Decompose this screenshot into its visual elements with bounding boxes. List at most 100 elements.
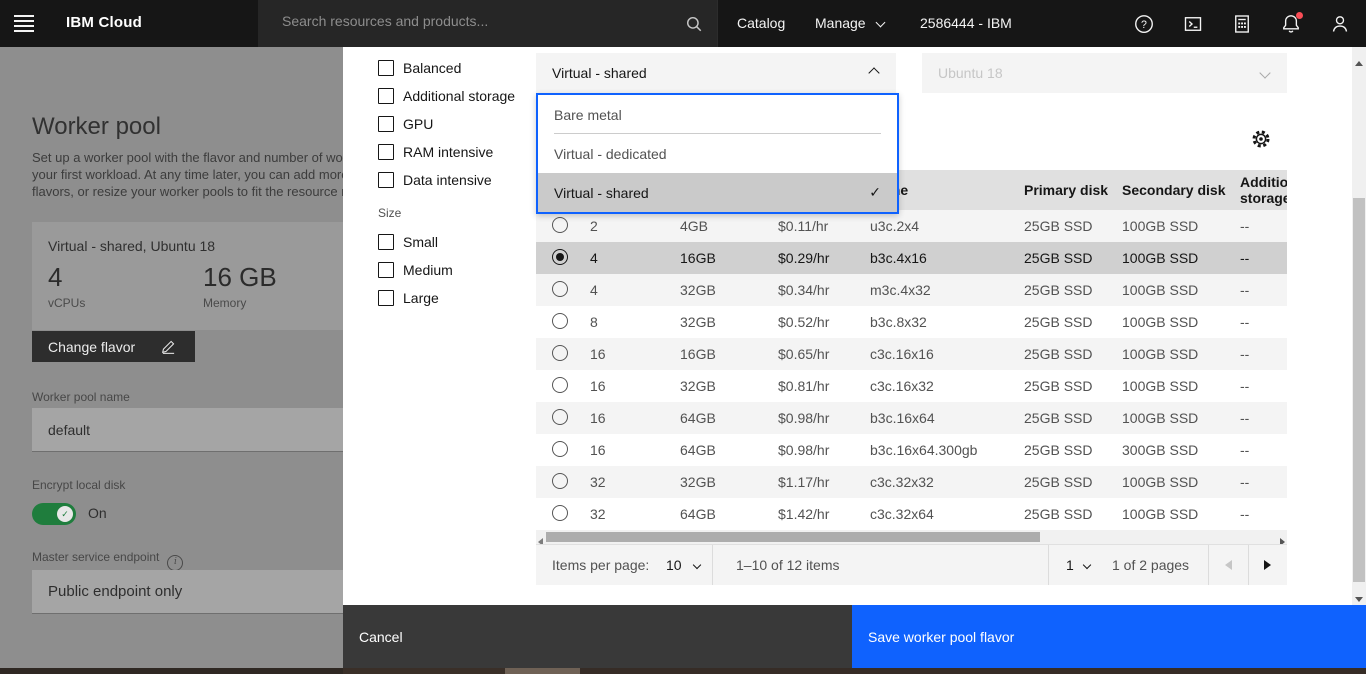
hamburger-menu-icon[interactable] [14,15,34,31]
menu-option-virtual-dedicated[interactable]: Virtual - dedicated [538,134,897,173]
os-version-dropdown[interactable]: Ubuntu 18 [922,53,1287,93]
page-title: Worker pool [32,113,161,141]
radio-button[interactable] [552,217,568,233]
checkbox-icon[interactable] [378,234,394,250]
filter-checkbox-balanced[interactable]: Balanced [378,54,533,82]
items-per-page-select[interactable]: 10 [666,545,700,585]
change-flavor-dialog: BalancedAdditional storageGPURAM intensi… [343,47,1352,605]
flavor-row-m3c-4x32[interactable]: 432GB$0.34/hrm3c.4x3225GB SSD100GB SSD-- [536,274,1287,306]
global-search [258,0,717,47]
horizontal-scrollbar-thumb[interactable] [546,532,1040,542]
radio-button[interactable] [552,473,568,489]
filter-checkbox-additional-storage[interactable]: Additional storage [378,82,533,110]
filter-checkbox-large[interactable]: Large [378,284,533,312]
next-page-button[interactable] [1248,545,1287,585]
console-window-icon[interactable] [1183,14,1203,34]
checkmark-icon: ✓ [869,184,881,201]
top-header: IBM Cloud Catalog Manage 2586444 - IBM ? [0,0,1366,47]
pagination-divider [1048,545,1049,585]
worker-pool-name-label: Worker pool name [32,390,130,404]
filter-checkbox-gpu[interactable]: GPU [378,110,533,138]
scroll-up-icon[interactable] [1355,53,1363,71]
previous-page-icon [1225,560,1232,570]
horizontal-scrollbar[interactable] [536,530,1287,544]
flavor-row-b3c-16x64[interactable]: 1664GB$0.98/hrb3c.16x6425GB SSD100GB SSD… [536,402,1287,434]
flavor-row-b3c-16x64-300gb[interactable]: 1664GB$0.98/hrb3c.16x64.300gb25GB SSD300… [536,434,1287,466]
account-name[interactable]: 2586444 - IBM [920,15,1012,31]
worker-pool-name-input[interactable]: default [32,408,343,452]
chevron-down-icon [1259,67,1270,78]
save-worker-pool-flavor-button[interactable]: Save worker pool flavor [852,605,1366,668]
brand-logo[interactable]: IBM Cloud [66,14,142,31]
flavor-row-b3c-8x32[interactable]: 832GB$0.52/hrb3c.8x3225GB SSD100GB SSD-- [536,306,1287,338]
menu-option-virtual-shared[interactable]: Virtual - shared✓ [538,173,897,212]
filter-checkbox-small[interactable]: Small [378,228,533,256]
ibm-cloud-console: IBM Cloud Catalog Manage 2586444 - IBM ? [0,0,1366,674]
endpoint-select[interactable]: Public endpoint only [32,570,343,614]
encrypt-disk-toggle[interactable]: ✓ [32,503,76,525]
checkbox-icon[interactable] [378,60,394,76]
vertical-scrollbar[interactable] [1352,47,1366,605]
checkbox-icon[interactable] [378,144,394,160]
notification-badge [1296,12,1303,19]
toggle-state-label: On [88,505,107,521]
radio-button[interactable] [552,281,568,297]
master-endpoint-label: Master service endpointi [32,550,183,571]
filter-options: BalancedAdditional storageGPURAM intensi… [378,54,533,194]
flavor-row-c3c-32x32[interactable]: 3232GB$1.17/hrc3c.32x3225GB SSD100GB SSD… [536,466,1287,498]
change-flavor-button[interactable]: Change flavor [32,331,195,362]
flavor-row-b3c-4x16[interactable]: 416GB$0.29/hrb3c.4x1625GB SSD100GB SSD-- [536,242,1287,274]
page-number-select[interactable]: 1 [1066,545,1090,585]
flavor-row-c3c-32x64[interactable]: 3264GB$1.42/hrc3c.32x6425GB SSD100GB SSD… [536,498,1287,530]
checkbox-icon[interactable] [378,88,394,104]
search-icon[interactable] [685,15,703,33]
search-input[interactable] [280,12,664,30]
notifications-bell-icon[interactable] [1281,14,1301,34]
checkbox-icon[interactable] [378,290,394,306]
help-icon[interactable]: ? [1134,14,1154,34]
cancel-button[interactable]: Cancel [343,605,852,668]
encrypt-disk-label: Encrypt local disk [32,478,125,492]
vertical-scrollbar-thumb[interactable] [1353,198,1365,582]
menu-option-bare-metal[interactable]: Bare metal [538,95,897,134]
table-pagination: Items per page: 10 1–10 of 12 items 1 1 … [536,544,1287,585]
radio-button[interactable] [552,409,568,425]
checkbox-icon[interactable] [378,116,394,132]
next-page-icon [1264,560,1271,570]
flavor-table: vCPUsRAMPriceNamePrimary diskSecondary d… [536,170,1287,530]
radio-button[interactable] [552,249,568,265]
flavor-row-c3c-16x16[interactable]: 1616GB$0.65/hrc3c.16x1625GB SSD100GB SSD… [536,338,1287,370]
items-per-page-label: Items per page: [552,545,649,585]
desktop-edge-strip [0,668,1366,674]
dialog-actions: Cancel Save worker pool flavor [343,605,1366,668]
checkbox-icon[interactable] [378,172,394,188]
page-description: Set up a worker pool with the flavor and… [32,149,343,200]
chevron-up-icon [868,67,879,78]
table-settings-gear-icon[interactable] [1251,129,1273,151]
previous-page-button[interactable] [1208,545,1248,585]
filter-checkbox-medium[interactable]: Medium [378,256,533,284]
radio-button[interactable] [552,505,568,521]
info-icon[interactable]: i [167,555,183,571]
flavor-row-c3c-16x32[interactable]: 1632GB$0.81/hrc3c.16x3225GB SSD100GB SSD… [536,370,1287,402]
flavor-row-u3c-2x4[interactable]: 24GB$0.11/hru3c.2x425GB SSD100GB SSD-- [536,210,1287,242]
user-avatar-icon[interactable] [1330,14,1350,34]
vcpus-value: 4 [48,262,62,293]
nav-catalog[interactable]: Catalog [737,15,785,31]
filter-checkbox-ram-intensive[interactable]: RAM intensive [378,138,533,166]
column-header-primary-disk: Primary disk [1014,182,1112,198]
edit-pencil-icon [161,339,176,354]
radio-button[interactable] [552,377,568,393]
size-filter-label: Size [378,206,533,220]
items-range-label: 1–10 of 12 items [736,545,840,585]
radio-button[interactable] [552,441,568,457]
radio-button[interactable] [552,345,568,361]
svg-text:?: ? [1141,19,1147,31]
checkbox-icon[interactable] [378,262,394,278]
nav-manage[interactable]: Manage [815,15,884,31]
cost-estimator-icon[interactable] [1232,14,1252,34]
chevron-down-icon [876,18,886,28]
machine-type-dropdown[interactable]: Virtual - shared [536,53,896,93]
filter-checkbox-data-intensive[interactable]: Data intensive [378,166,533,194]
radio-button[interactable] [552,313,568,329]
